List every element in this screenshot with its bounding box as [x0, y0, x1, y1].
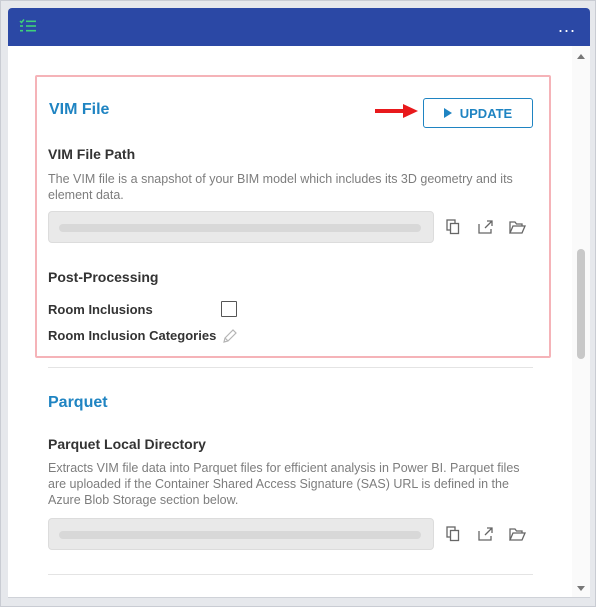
section-divider	[48, 574, 533, 575]
list-check-icon[interactable]	[19, 18, 37, 39]
update-button-label: UPDATE	[459, 105, 513, 121]
redacted-path	[59, 531, 421, 539]
post-processing-label: Post-Processing	[48, 269, 159, 285]
vim-file-path-input[interactable]	[48, 211, 434, 243]
play-icon	[443, 108, 452, 118]
settings-panel: VIM File UPDATE VIM File Path The VIM fi…	[8, 46, 590, 598]
parquet-local-directory-label: Parquet Local Directory	[48, 436, 206, 452]
vim-file-path-label: VIM File Path	[48, 146, 136, 162]
vim-file-path-description: The VIM file is a snapshot of your BIM m…	[48, 172, 513, 202]
red-arrow-icon	[375, 104, 418, 118]
title-bar: ...	[8, 8, 590, 46]
folder-open-icon[interactable]	[509, 528, 526, 546]
scroll-up-arrow-icon[interactable]	[577, 54, 585, 59]
room-inclusions-checkbox[interactable]	[221, 301, 237, 317]
folder-open-icon[interactable]	[509, 221, 526, 239]
scroll-down-arrow-icon[interactable]	[577, 586, 585, 591]
parquet-description: Extracts VIM file data into Parquet file…	[48, 461, 520, 507]
section-divider	[48, 367, 533, 368]
update-button[interactable]: UPDATE	[423, 98, 533, 128]
copy-icon[interactable]	[446, 219, 460, 240]
parquet-directory-input[interactable]	[48, 518, 434, 550]
copy-icon[interactable]	[446, 526, 460, 547]
vertical-scrollbar[interactable]	[572, 46, 590, 597]
open-external-icon[interactable]	[478, 527, 494, 546]
room-inclusions-label: Room Inclusions	[48, 302, 153, 317]
room-inclusion-categories-label: Room Inclusion Categories	[48, 328, 217, 343]
redacted-path	[59, 224, 421, 232]
more-options-button[interactable]: ...	[558, 17, 576, 35]
parquet-title: Parquet	[48, 394, 108, 411]
open-external-icon[interactable]	[478, 220, 494, 239]
edit-pencil-icon[interactable]	[222, 328, 238, 349]
vim-file-title: VIM File	[49, 101, 110, 118]
scroll-thumb[interactable]	[577, 249, 585, 359]
